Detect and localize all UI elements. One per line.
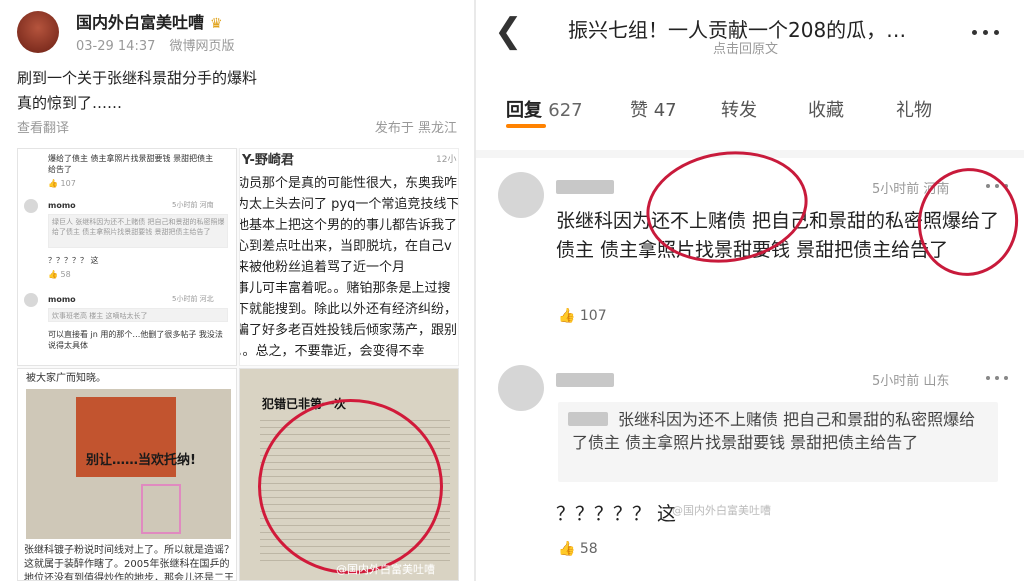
comment1-like[interactable]: 👍 107	[558, 308, 607, 324]
thumb1-text1: 爆给了债主 债主拿照片找景甜要钱 景甜把债主	[48, 154, 214, 163]
thumb1-text2: 给告了	[48, 165, 72, 174]
thumbs-up-icon: 👍	[558, 541, 576, 557]
thumb1-avatar-2	[24, 293, 38, 307]
thumb2-line: 骗了好多老百姓投钱后倾家荡产，跟别	[239, 323, 458, 338]
tab-reposts[interactable]: 转发	[721, 96, 757, 122]
translate-link[interactable]: 查看翻译	[17, 121, 69, 136]
comment2-avatar[interactable]	[498, 365, 544, 411]
tab-favorites[interactable]: 收藏	[808, 96, 844, 122]
thumb2-time: 12小	[436, 155, 457, 165]
image-newspaper-right[interactable]: 犯错已非第一次 @国内外白富美吐嘈	[239, 368, 459, 581]
thumb1-time2: 5小时前 河南	[172, 201, 214, 209]
thumb4-watermark: @国内外白富美吐嘈	[336, 563, 435, 576]
thumb1-quote: 绿巨人 张继科因为还不上赌债 把自己和景甜的私密照爆给了债主 债主拿照片找景甜要…	[52, 218, 225, 236]
thumb1-time3: 5小时前 河北	[172, 295, 214, 303]
comment2-time: 5小时前 山东	[872, 374, 950, 389]
comment1-avatar[interactable]	[498, 172, 544, 218]
comment2-quote-box: 张继科因为还不上赌债 把自己和景甜的私密照爆给了债主 债主拿照片找景甜要钱 景甜…	[558, 402, 998, 482]
red-annotation-circle	[258, 399, 443, 574]
thumb2-line: 为太上头去问了 pyq一个常追竞技线下	[239, 197, 459, 212]
image-newspaper-left[interactable]: 被大家广而知晓。 别让……当欢托纳! 张继科镀子粉说时间线对上了。所以就是造谣？…	[17, 368, 237, 581]
thumb1-likes: 👍 107	[48, 179, 76, 188]
thumb1-user2: momo	[48, 201, 76, 210]
thumb1-quote-box: 绿巨人 张继科因为还不上赌债 把自己和景甜的私密照爆给了债主 债主拿照片找景甜要…	[48, 214, 228, 248]
post-line-2: 真的惊到了……	[17, 94, 123, 112]
image-text-post[interactable]: Y-野崎君 12小 动员那个是真的可能性很大，东奥我咋 为太上头去问了 pyq一个…	[239, 148, 459, 366]
thumb1-quote3: 炊事班老高 楼主 这嘀咕太长了	[52, 312, 148, 320]
thumb2-line: 来被他粉丝追着骂了近一个月	[239, 260, 406, 275]
avatar[interactable]	[17, 11, 59, 53]
pink-highlight-box	[141, 484, 181, 534]
thumb2-line: 他基本上把这个男的的事儿都告诉我了	[239, 218, 458, 233]
post-body: 刷到一个关于张继科景甜分手的爆料 真的惊到了……	[17, 66, 457, 116]
thumb3-headline: 别让……当欢托纳!	[86, 453, 196, 468]
thumb2-line: 。。总之，不要靠近，会变得不幸	[239, 344, 425, 359]
post-source: 微博网页版	[169, 39, 235, 54]
thumb1-likes2: 👍 58	[48, 270, 71, 279]
thumb1-text3: ？？？？？ 这	[48, 256, 99, 265]
tab-gifts[interactable]: 礼物	[896, 96, 932, 122]
comment-thread-panel: ❮ 振兴七组！一人贡献一个208的瓜，… 点击回原文 回复 627 赞 47 转…	[476, 0, 1024, 581]
username[interactable]: 国内外白富美吐嘈 ♛	[76, 9, 223, 33]
newspaper-photo-left: 别让……当欢托纳!	[26, 389, 231, 539]
thumb2-line: 下就能搜到。除此以外还有经济纠纷，	[239, 302, 458, 317]
thumb1-avatar	[24, 199, 38, 213]
comment2-like[interactable]: 👍 58	[558, 541, 598, 557]
thumb3-caption: 张继科镀子粉说时间线对上了。所以就是造谣？这就属于装醉作瞎了。2005年张继科在…	[24, 545, 234, 581]
tab-replies[interactable]: 回复 627	[506, 96, 583, 122]
more-icon[interactable]	[972, 30, 1002, 36]
post-time: 03-29 14:37	[76, 39, 156, 54]
back-icon[interactable]: ❮	[494, 14, 523, 48]
thumb1-text4: 可以直接看 jn 用的那个…他删了很多帖子 我没法说得太具体	[48, 330, 223, 350]
comment2-text: ？？？？？ 这	[556, 503, 677, 525]
thumb2-line: 事儿可丰富着呢。。赌铂那条是上过搜	[239, 281, 451, 296]
thumb1-quote3-box: 炊事班老高 楼主 这嘀咕太长了	[48, 308, 228, 322]
view-original-link[interactable]: 点击回原文	[713, 38, 778, 57]
post-line-1: 刷到一个关于张继科景甜分手的爆料	[17, 69, 258, 87]
image-comments[interactable]: 爆给了债主 债主拿照片找景甜要钱 景甜把债主 给告了 👍 107 momo 5小…	[17, 148, 237, 366]
image-grid: 爆给了债主 债主拿照片找景甜要钱 景甜把债主 给告了 👍 107 momo 5小…	[17, 148, 459, 581]
crown-icon: ♛	[210, 16, 223, 32]
tab-likes[interactable]: 赞 47	[630, 96, 677, 122]
screenshot: 国内外白富美吐嘈 ♛ 03-29 14:37 微博网页版 刷到一个关于张继科景甜分…	[0, 0, 1024, 581]
thumb3-top: 被大家广而知晓。	[26, 373, 106, 384]
post-meta: 03-29 14:37 微博网页版	[76, 35, 245, 54]
comment2-username[interactable]	[556, 373, 614, 387]
active-tab-indicator	[506, 124, 546, 128]
thumb2-line: 动员那个是真的可能性很大，东奥我咋	[239, 176, 458, 191]
thumb1-user3: momo	[48, 295, 76, 304]
thumb2-header: Y-野崎君	[242, 153, 294, 168]
thumb2-line: 心到差点吐出来，当即脱坑，在自己v	[239, 239, 452, 254]
thumb2-body: 动员那个是真的可能性很大，东奥我咋 为太上头去问了 pyq一个常追竞技线下 他基本上…	[239, 173, 459, 362]
comment1-username[interactable]	[556, 180, 614, 194]
weibo-post-panel: 国内外白富美吐嘈 ♛ 03-29 14:37 微博网页版 刷到一个关于张继科景甜分…	[0, 0, 474, 581]
comment2-more-icon[interactable]	[986, 376, 1008, 380]
thumbs-up-icon: 👍	[558, 308, 576, 324]
post-actions: 查看翻译 发布于 黑龙江	[17, 117, 457, 136]
comment2-watermark: @国内外白富美吐嘈	[672, 504, 771, 517]
comment2-quote: 张继科因为还不上赌债 把自己和景甜的私密照爆给了债主 债主拿照片找景甜要钱 景甜…	[572, 410, 976, 452]
post-location: 发布于 黑龙江	[374, 121, 457, 136]
